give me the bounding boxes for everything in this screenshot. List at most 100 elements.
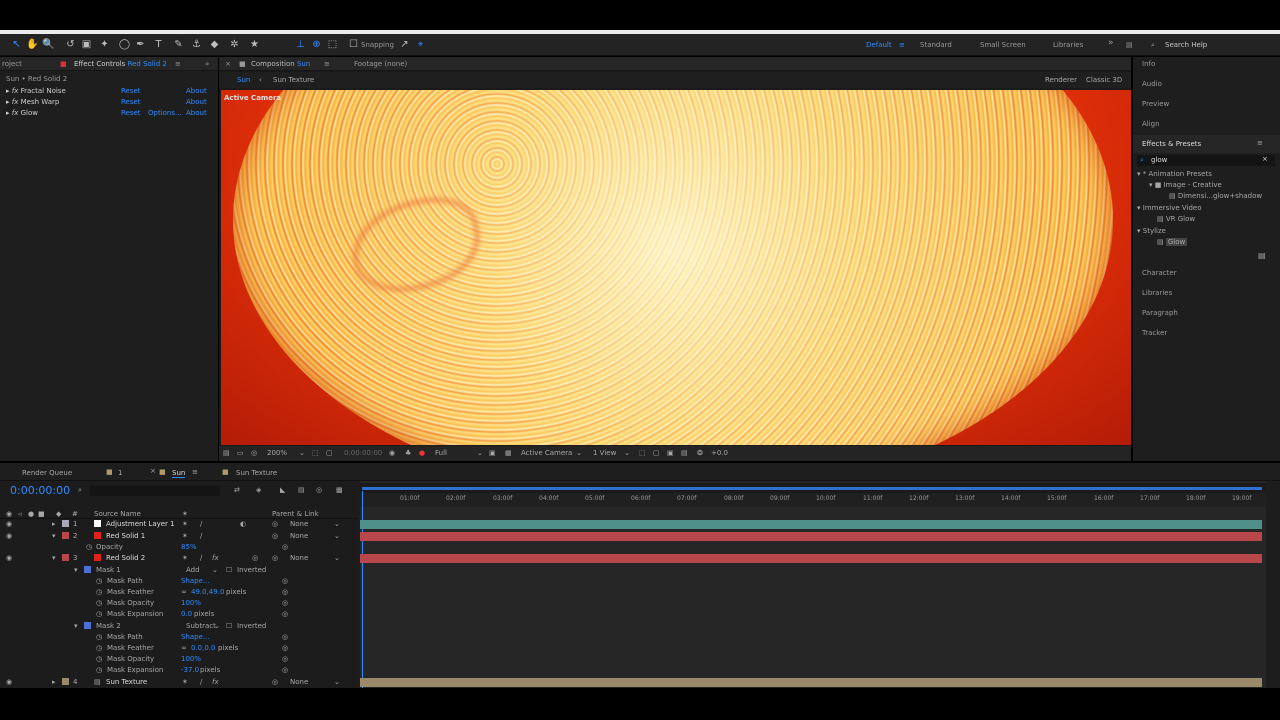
- brush-tool-icon[interactable]: ✎: [172, 38, 185, 51]
- property-row-mask-opacity[interactable]: ◷ Mask Opacity 100% ◎: [0, 654, 358, 665]
- effect-reset-link[interactable]: Reset: [121, 87, 141, 95]
- property-value[interactable]: 0.0: [181, 610, 192, 618]
- timeline-timecode[interactable]: 0:00:00:00: [10, 484, 70, 497]
- type-tool-icon[interactable]: T: [152, 38, 165, 51]
- camera-tool-icon[interactable]: ▣: [80, 38, 93, 51]
- fx-switch-icon[interactable]: fx: [212, 554, 219, 562]
- pickwhip-icon[interactable]: ◎: [282, 655, 288, 663]
- flowchart-icon[interactable]: ▤: [681, 449, 688, 457]
- parent-select[interactable]: None: [290, 520, 308, 528]
- pickwhip-icon[interactable]: ◎: [282, 666, 288, 674]
- property-value[interactable]: 100%: [181, 655, 201, 663]
- panel-menu-icon[interactable]: ≡: [192, 468, 198, 476]
- pickwhip-icon[interactable]: ◎: [272, 554, 278, 562]
- character-panel-tab[interactable]: Character: [1142, 269, 1177, 277]
- parent-link-header[interactable]: Parent & Link: [272, 510, 319, 518]
- effect-row-fractal-noise[interactable]: ▸ fx Fractal Noise Reset About: [6, 87, 211, 97]
- stopwatch-icon[interactable]: ◷: [96, 666, 102, 674]
- pickwhip-icon[interactable]: ◎: [282, 588, 288, 596]
- pickwhip-icon[interactable]: ◎: [282, 599, 288, 607]
- timeline-search-input[interactable]: [90, 486, 220, 496]
- solo-icon[interactable]: ●: [28, 510, 34, 518]
- property-row-opacity[interactable]: ◷ Opacity 85% ◎: [0, 542, 358, 553]
- fast-preview-icon[interactable]: ▢: [653, 449, 660, 457]
- close-icon[interactable]: ×: [225, 60, 231, 68]
- vr-icon[interactable]: ◎: [251, 449, 257, 457]
- selection-tool-icon[interactable]: ↖: [10, 38, 23, 51]
- audio-panel-tab[interactable]: Audio: [1142, 80, 1162, 88]
- layer-name[interactable]: Adjustment Layer 1: [106, 520, 175, 528]
- clear-search-icon[interactable]: ×: [1262, 155, 1268, 163]
- property-row-mask-expansion[interactable]: ◷ Mask Expansion -37.0 pixels ◎: [0, 665, 358, 676]
- pan-behind-tool-icon[interactable]: ✦: [98, 38, 111, 51]
- switch-icon[interactable]: ✶: [182, 520, 188, 528]
- new-bin-icon[interactable]: ▤: [1258, 251, 1266, 260]
- pickwhip-icon[interactable]: ◎: [282, 543, 288, 551]
- info-panel-tab[interactable]: Info: [1142, 60, 1155, 68]
- tab-sun[interactable]: Sun: [172, 469, 186, 478]
- parent-select[interactable]: None: [290, 554, 308, 562]
- tab-composition[interactable]: Composition Sun: [251, 60, 310, 68]
- track-bar-red-solid-1[interactable]: [360, 532, 1262, 541]
- eye-icon[interactable]: ◉: [6, 554, 12, 562]
- exposure-reset-icon[interactable]: ❂: [697, 449, 703, 457]
- zoom-tool-icon[interactable]: 🔍: [42, 38, 55, 51]
- draft-3d-icon[interactable]: ◈: [256, 486, 261, 494]
- close-icon[interactable]: ×: [150, 467, 156, 475]
- stopwatch-icon[interactable]: ◷: [96, 633, 102, 641]
- eye-icon[interactable]: ◉: [6, 532, 12, 540]
- mask-row-mask-2[interactable]: ▾ Mask 2 Subtract ⌄ ☐ Inverted: [0, 621, 358, 632]
- stopwatch-icon[interactable]: ◷: [96, 599, 102, 607]
- effect-row-glow[interactable]: ▸ fx Glow Reset Options... About: [6, 109, 211, 119]
- property-value[interactable]: Shape...: [181, 633, 210, 641]
- pickwhip-icon[interactable]: ◎: [272, 678, 278, 686]
- tree-glow[interactable]: ▤ Glow: [1157, 238, 1188, 246]
- rotate-tool-icon[interactable]: ↺: [64, 38, 77, 51]
- always-preview-icon[interactable]: ▤: [223, 449, 230, 457]
- effect-about-link[interactable]: About: [186, 109, 207, 117]
- eye-icon[interactable]: ◉: [6, 510, 12, 518]
- tree-stylize[interactable]: ▾ Stylize: [1137, 227, 1166, 235]
- renderer-value[interactable]: Classic 3D: [1086, 76, 1122, 84]
- lock-icon[interactable]: ■: [38, 510, 45, 518]
- expand-arrow-icon[interactable]: ▾: [52, 554, 56, 562]
- layer-row-red-solid-2[interactable]: ◉ ▾ 3 Red Solid 2 ✶ ∕ fx ◎ ◎ None ⌄: [0, 553, 358, 564]
- snapshot-icon[interactable]: ◉: [389, 449, 395, 457]
- parent-select[interactable]: None: [290, 678, 308, 686]
- roto-brush-tool-icon[interactable]: ✲: [228, 38, 241, 51]
- crumb-sun[interactable]: Sun: [237, 76, 250, 84]
- panel-menu-icon[interactable]: ≡: [175, 60, 181, 68]
- snap-features-icon[interactable]: ⌖: [414, 38, 427, 51]
- audio-icon[interactable]: ◃: [18, 510, 22, 518]
- effects-search-input[interactable]: ⌕ glow ×: [1137, 155, 1275, 166]
- view-layout-select[interactable]: 1 View: [593, 449, 616, 457]
- puppet-tool-icon[interactable]: ★: [248, 38, 261, 51]
- property-value[interactable]: Shape...: [181, 577, 210, 585]
- tree-vr-glow[interactable]: ▤ VR Glow: [1157, 215, 1195, 223]
- switch-icon[interactable]: ∕: [200, 532, 202, 540]
- work-area-bar[interactable]: [360, 483, 1266, 493]
- resolution-select[interactable]: Full: [435, 449, 447, 457]
- adjustment-switch-icon[interactable]: ◐: [240, 520, 246, 528]
- work-area-range[interactable]: [362, 487, 1262, 490]
- fx-switch-icon[interactable]: fx: [212, 678, 219, 686]
- pickwhip-icon[interactable]: ◎: [272, 520, 278, 528]
- tree-dimensi-glow-shadow[interactable]: ▤ Dimensi...glow+shadow: [1169, 192, 1262, 200]
- property-row-mask-path[interactable]: ◷ Mask Path Shape... ◎: [0, 632, 358, 643]
- exposure-value[interactable]: +0.0: [711, 449, 728, 457]
- property-value[interactable]: 85%: [181, 543, 197, 551]
- property-row-mask-opacity[interactable]: ◷ Mask Opacity 100% ◎: [0, 598, 358, 609]
- ellipse-tool-icon[interactable]: ◯: [118, 38, 131, 51]
- layer-row-red-solid-1[interactable]: ◉ ▾ 2 Red Solid 1 ✶ ∕ ◎ None ⌄: [0, 531, 358, 542]
- tracker-panel-tab[interactable]: Tracker: [1142, 329, 1167, 337]
- workspace-libraries[interactable]: Libraries: [1053, 41, 1083, 49]
- lock-icon[interactable]: ■: [239, 60, 246, 68]
- effect-reset-link[interactable]: Reset: [121, 109, 141, 117]
- mask-mode-select[interactable]: Add: [186, 566, 200, 574]
- zoom-select[interactable]: 200%: [267, 449, 287, 457]
- inverted-checkbox-icon[interactable]: ☐: [226, 566, 232, 574]
- stopwatch-icon[interactable]: ◷: [96, 577, 102, 585]
- property-value[interactable]: 100%: [181, 599, 201, 607]
- track-bar-adjustment-layer-1[interactable]: [360, 520, 1262, 529]
- workspace-standard[interactable]: Standard: [920, 41, 952, 49]
